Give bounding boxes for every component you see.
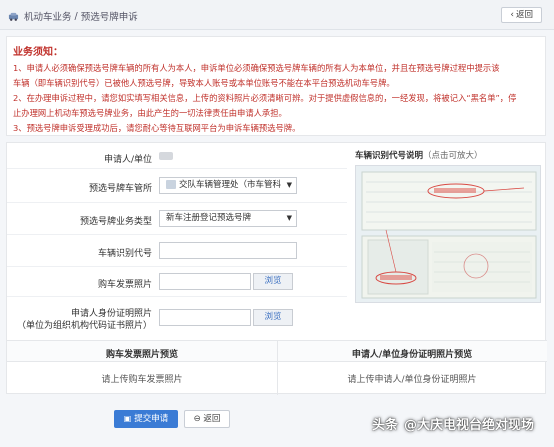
vehicle-office-row: 预选号牌车管所 交队车辆管理处（市车管科 ▼ [7,169,347,203]
applicant-row: 申请人/单位 [7,143,347,169]
back-button-label: 返回 [515,10,533,20]
id-preview-heading: 申请人/单位身份证明照片预览 [351,350,473,360]
vin-explanation-title: 车辆识别代号说明（点击可放大） [355,151,483,161]
invoice-photo-label: 购车发票照片 [97,280,152,290]
vin-explanation: 车辆识别代号说明（点击可放大） [355,149,541,303]
invoice-file-input[interactable] [159,273,251,290]
appeal-form: 申请人/单位 预选号牌车管所 交队车辆管理处（市车管科 ▼ 预选号牌业务类型 新… [6,142,547,395]
business-type-row: 预选号牌业务类型 新车注册登记预选号牌 ▼ [7,203,347,235]
submit-button[interactable]: ▣ 提交申请 [114,410,178,428]
business-notice: 业务须知： 1、申请人必须确保预选号牌车辆的所有人为本人，申诉单位必须确保预选号… [6,36,546,136]
invoice-preview-placeholder: 请上传购车发票照片 [101,375,183,385]
invoice-photo-row: 购车发票照片 浏览 [7,267,347,297]
invoice-upload: 浏览 [159,273,293,290]
id-photo-row: 申请人身份证明照片 （单位为组织机构代码证书照片） 浏览 [7,297,347,337]
invoice-browse-button[interactable]: 浏览 [253,273,293,290]
police-emblem-icon [166,180,176,189]
id-photo-browse-button[interactable]: 浏览 [253,309,293,326]
back-arrow-icon: ‹ [510,10,514,20]
vehicle-office-select[interactable]: 交队车辆管理处（市车管科 ▼ [159,177,297,194]
invoice-preview-heading: 购车发票照片预览 [105,350,178,360]
breadcrumb-page: 预选号牌申诉 [80,12,138,23]
vin-label: 车辆识别代号 [97,249,152,259]
breadcrumb-separator: / [74,10,78,22]
id-photo-file-input[interactable] [159,309,251,326]
dropdown-caret-icon: ▼ [286,214,292,222]
breadcrumb: 机动车业务 / 预选号牌申诉 [8,9,138,23]
notice-line-1: 1、申请人必须确保预选号牌车辆的所有人为本人，申诉单位必须确保预选号牌车辆的所有… [13,63,500,73]
preview-body: 请上传购车发票照片 请上传申请人/单位身份证明照片 [7,362,547,394]
business-type-select[interactable]: 新车注册登记预选号牌 ▼ [159,210,297,227]
vehicle-office-value: 交队车辆管理处（市车管科 [179,180,282,190]
notice-line-2: 车辆（即车辆识别代号）已被他人预选号牌，导致本人账号或本单位账号不能在本平台预选… [13,78,395,88]
breadcrumb-section[interactable]: 机动车业务 [24,9,72,23]
id-photo-sublabel: （单位为组织机构代码证书照片） [16,321,152,331]
id-preview-placeholder: 请上传申请人/单位身份证明照片 [347,375,477,385]
back-circle-icon: ⊖ [193,414,201,424]
watermark-platform: 头条 [372,418,399,433]
notice-line-3: 2、在办理申诉过程中，请您如实填写相关信息，上传的资料照片必须清晰可辨。对于提供… [13,93,517,103]
vin-input[interactable] [159,242,297,259]
applicant-label: 申请人/单位 [103,155,152,165]
toutiao-watermark: 头条 @大庆电视台绝对现场 [372,414,534,433]
top-bar: 机动车业务 / 预选号牌申诉 ‹ 返回 [0,0,554,30]
notice-title: 业务须知： [13,47,63,58]
business-type-value: 新车注册登记预选号牌 [166,213,252,223]
check-icon: ▣ [123,414,132,423]
vehicle-office-label: 预选号牌车管所 [88,184,152,194]
submit-button-label: 提交申请 [134,414,169,424]
notice-line-5: 3、预选号牌申诉受理成功后，请您耐心等待互联网平台为申诉车辆预选号牌。 [13,123,301,133]
back-button-bottom[interactable]: ⊖ 返回 [184,410,230,428]
notice-line-4: 止办理网上机动车预选号牌业务，由此产生的一切法律责任由申请人承担。 [13,108,287,118]
id-photo-upload: 浏览 [159,309,293,326]
dropdown-caret-icon: ▼ [286,181,292,189]
certificate-illustration [356,166,540,302]
vin-row: 车辆识别代号 [7,235,347,267]
watermark-account: @大庆电视台绝对现场 [404,418,535,433]
vin-explanation-hint: （点击可放大） [423,151,483,161]
applicant-value [159,152,173,163]
business-type-label: 预选号牌业务类型 [79,217,152,227]
vehicle-certificate-image[interactable] [355,165,541,303]
back-button-bottom-label: 返回 [203,414,221,424]
back-button-top[interactable]: ‹ 返回 [501,7,542,23]
car-icon [8,12,19,21]
